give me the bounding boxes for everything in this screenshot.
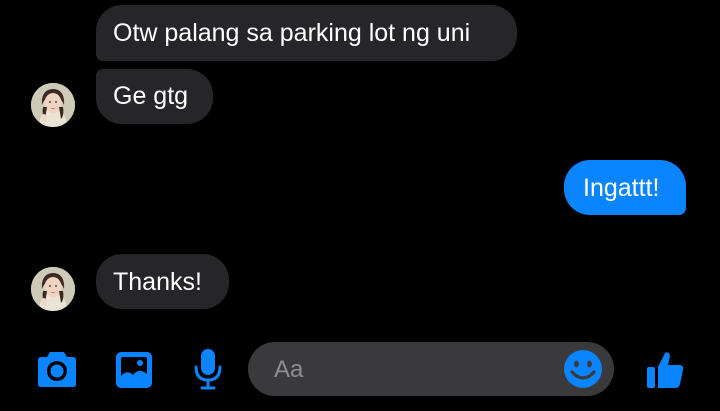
image-icon — [116, 352, 152, 388]
gallery-button[interactable] — [109, 345, 159, 395]
message-bubble-outgoing[interactable]: Ingattt! — [564, 160, 686, 215]
message-text: Ingattt! — [583, 174, 660, 202]
message-composer: Aa — [0, 338, 720, 400]
message-text: Ge gtg — [113, 82, 189, 110]
avatar-photo-icon — [31, 267, 75, 311]
smiley-icon — [564, 350, 602, 388]
message-bubble-incoming[interactable]: Ge gtg — [96, 69, 213, 124]
like-button[interactable] — [640, 345, 690, 395]
camera-icon — [38, 352, 76, 387]
contact-avatar[interactable] — [31, 267, 75, 311]
emoji-button[interactable] — [562, 348, 604, 390]
message-bubble-incoming[interactable]: Thanks! — [96, 254, 229, 309]
message-bubble-incoming[interactable]: Otw palang sa parking lot ng uni — [96, 5, 517, 61]
voice-button[interactable] — [183, 345, 233, 395]
message-text: Thanks! — [113, 268, 202, 296]
message-input[interactable]: Aa — [248, 342, 614, 396]
message-text: Otw palang sa parking lot ng uni — [113, 19, 471, 47]
microphone-icon — [194, 349, 222, 390]
chat-screen: Otw palang sa parking lot ng uni Ge gtg … — [0, 0, 720, 411]
message-input-placeholder: Aa — [274, 356, 304, 383]
camera-button[interactable] — [32, 345, 82, 395]
thumbs-up-icon — [647, 352, 684, 388]
avatar-photo-icon — [31, 83, 75, 127]
contact-avatar[interactable] — [31, 83, 75, 127]
